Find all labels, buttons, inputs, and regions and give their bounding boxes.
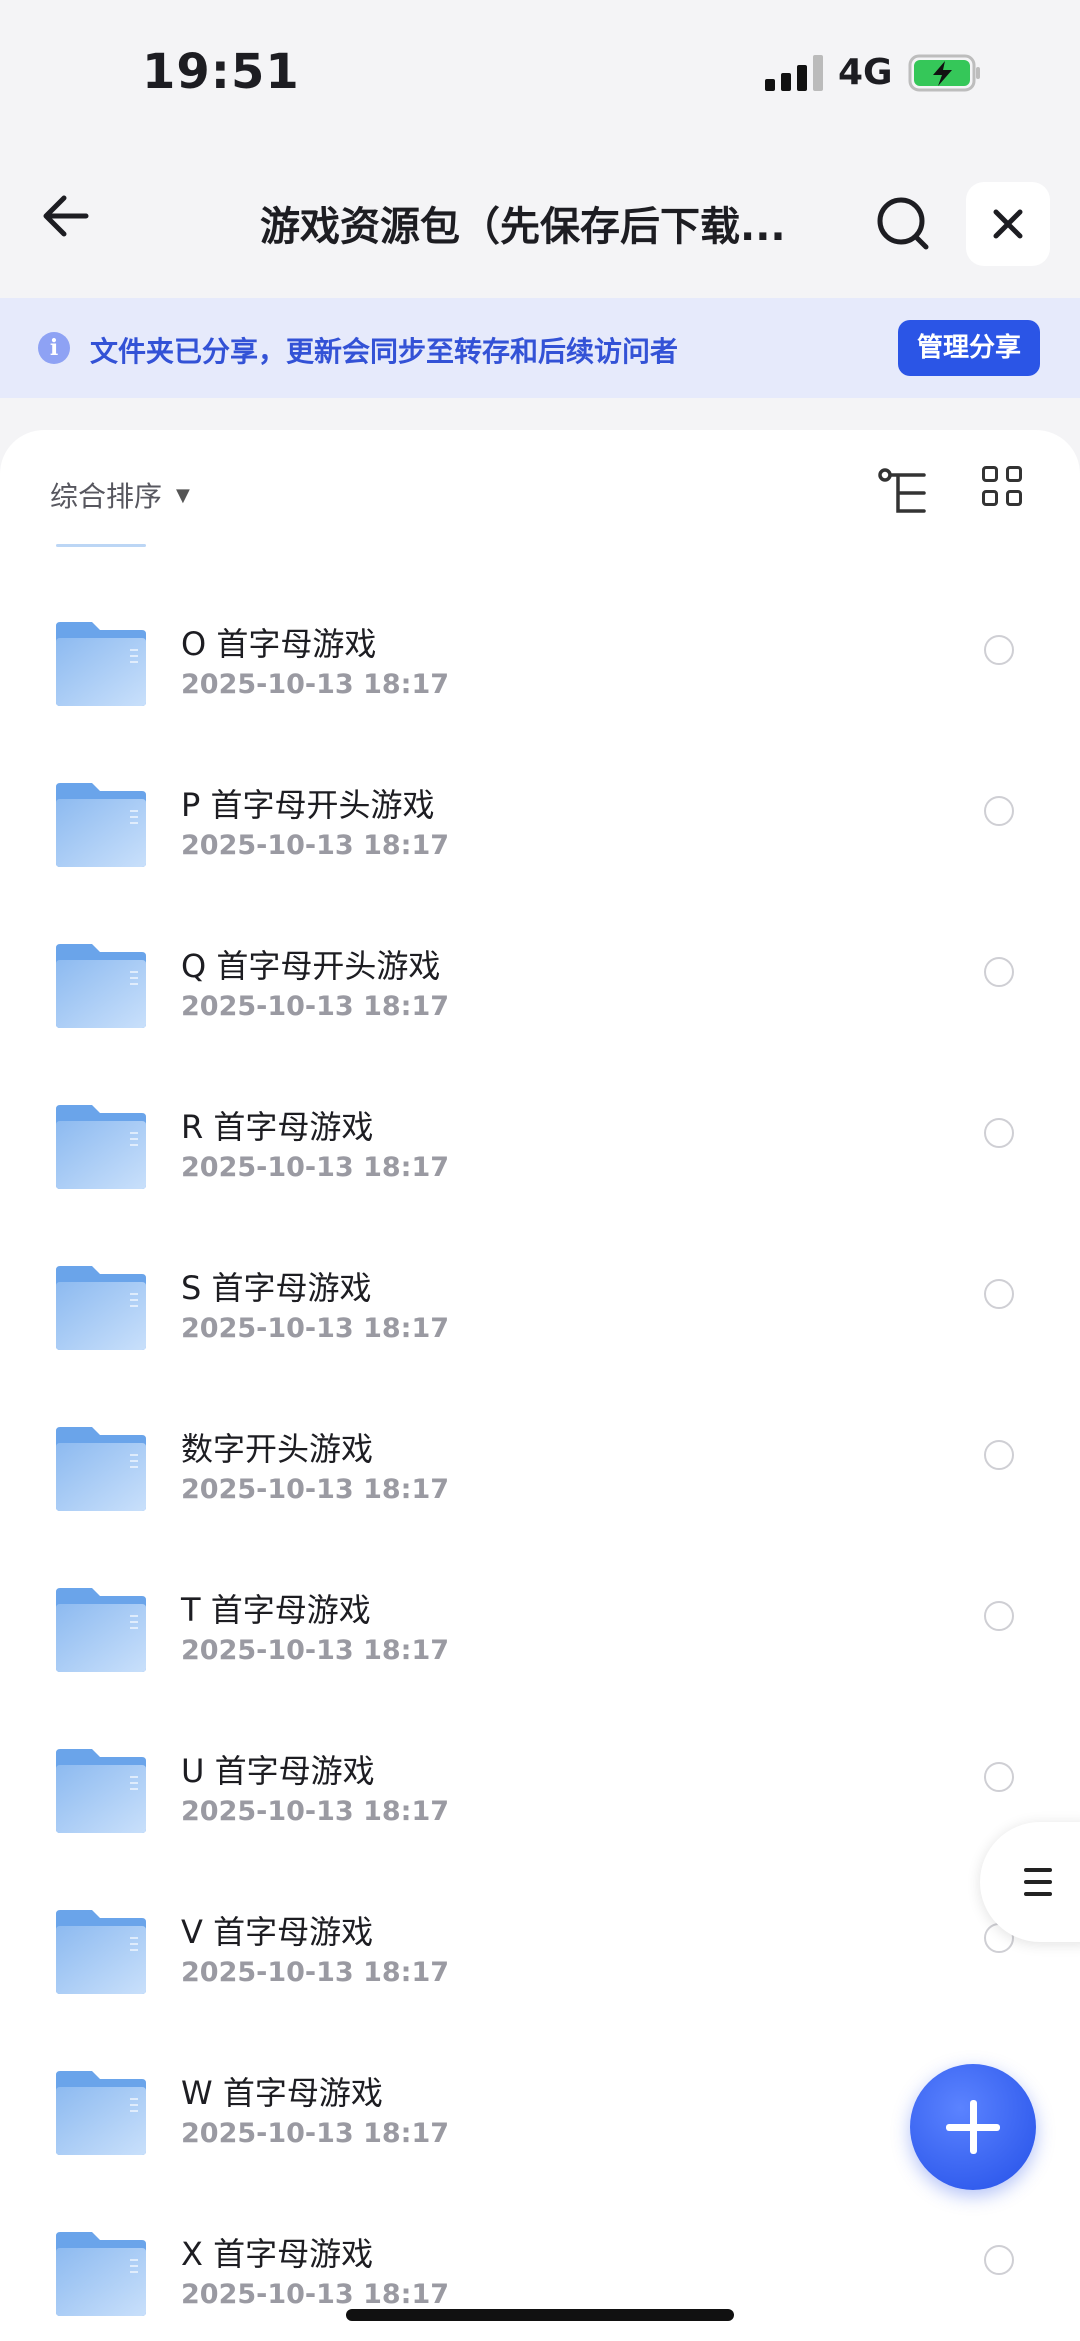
partial-folder-edge — [56, 544, 146, 547]
close-icon — [993, 209, 1023, 239]
folder-icon — [56, 1588, 146, 1672]
file-row[interactable]: X 首字母游戏 2025-10-13 18:17 — [0, 2232, 1080, 2341]
sort-label: 综合排序 — [50, 480, 163, 513]
file-date: 2025-10-13 18:17 — [181, 1957, 450, 1988]
share-notice-banner: i 文件夹已分享，更新会同步至转存和后续访问者 管理分享 — [0, 298, 1080, 398]
file-row[interactable]: 数字开头游戏 2025-10-13 18:17 — [0, 1427, 1080, 1588]
file-date: 2025-10-13 18:17 — [181, 2118, 450, 2149]
file-name: T 首字母游戏 — [181, 1591, 371, 1629]
file-row[interactable]: U 首字母游戏 2025-10-13 18:17 — [0, 1749, 1080, 1910]
info-icon: i — [38, 332, 70, 364]
share-notice-text: 文件夹已分享，更新会同步至转存和后续访问者 — [90, 335, 679, 368]
close-button[interactable] — [966, 182, 1050, 266]
select-radio[interactable] — [984, 796, 1014, 826]
file-row[interactable]: S 首字母游戏 2025-10-13 18:17 — [0, 1266, 1080, 1427]
file-date: 2025-10-13 18:17 — [181, 669, 450, 700]
file-name: P 首字母开头游戏 — [181, 786, 435, 824]
tree-view-icon[interactable] — [876, 466, 932, 522]
file-row[interactable]: R 首字母游戏 2025-10-13 18:17 — [0, 1105, 1080, 1266]
status-bar: 19:51 4G — [0, 0, 1080, 150]
file-row[interactable]: T 首字母游戏 2025-10-13 18:17 — [0, 1588, 1080, 1749]
folder-icon — [56, 2232, 146, 2316]
file-name: U 首字母游戏 — [181, 1752, 375, 1790]
file-row[interactable]: V 首字母游戏 2025-10-13 18:17 — [0, 1910, 1080, 2071]
sort-dropdown[interactable]: 综合排序 ▼ — [50, 470, 190, 520]
folder-icon — [56, 1427, 146, 1511]
folder-icon — [56, 944, 146, 1028]
folder-icon — [56, 1105, 146, 1189]
file-row[interactable]: Q 首字母开头游戏 2025-10-13 18:17 — [0, 944, 1080, 1105]
file-row[interactable]: O 首字母游戏 2025-10-13 18:17 — [0, 622, 1080, 783]
file-date: 2025-10-13 18:17 — [181, 2279, 450, 2310]
folder-icon — [56, 622, 146, 706]
file-name: V 首字母游戏 — [181, 1913, 374, 1951]
file-date: 2025-10-13 18:17 — [181, 1152, 450, 1183]
file-name: X 首字母游戏 — [181, 2235, 374, 2273]
file-date: 2025-10-13 18:17 — [181, 830, 450, 861]
file-name: Q 首字母开头游戏 — [181, 947, 441, 985]
file-date: 2025-10-13 18:17 — [181, 1796, 450, 1827]
file-date: 2025-10-13 18:17 — [181, 1474, 450, 1505]
file-name: W 首字母游戏 — [181, 2074, 383, 2112]
select-radio[interactable] — [984, 1118, 1014, 1148]
select-radio[interactable] — [984, 1762, 1014, 1792]
select-radio[interactable] — [984, 1279, 1014, 1309]
manage-share-button[interactable]: 管理分享 — [898, 320, 1040, 376]
signal-icon — [765, 55, 823, 91]
select-radio[interactable] — [984, 635, 1014, 665]
folder-icon — [56, 1749, 146, 1833]
home-indicator — [346, 2309, 734, 2321]
grid-view-icon[interactable] — [982, 466, 1026, 510]
status-time: 19:51 — [142, 44, 300, 100]
back-arrow-icon[interactable] — [36, 184, 100, 248]
folder-icon — [56, 1910, 146, 1994]
caret-down-icon: ▼ — [176, 484, 190, 506]
file-date: 2025-10-13 18:17 — [181, 991, 450, 1022]
select-radio[interactable] — [984, 1440, 1014, 1470]
file-name: 数字开头游戏 — [181, 1430, 374, 1468]
file-name: O 首字母游戏 — [181, 625, 377, 663]
file-name: R 首字母游戏 — [181, 1108, 374, 1146]
select-radio[interactable] — [984, 957, 1014, 987]
file-list-sheet: 综合排序 ▼ O 首字母游戏 2025-10-13 18:17 P 首字母开头游戏 2… — [0, 430, 1080, 2341]
file-date: 2025-10-13 18:17 — [181, 1313, 450, 1344]
add-button[interactable] — [910, 2064, 1036, 2190]
folder-icon — [56, 1266, 146, 1350]
page-title: 游戏资源包（先保存后下载... — [260, 204, 786, 250]
navigation-header: 游戏资源包（先保存后下载... — [0, 150, 1080, 298]
select-radio[interactable] — [984, 2245, 1014, 2275]
folder-icon — [56, 2071, 146, 2155]
search-icon[interactable] — [874, 194, 932, 252]
network-type: 4G — [838, 52, 893, 93]
select-radio[interactable] — [984, 1601, 1014, 1631]
file-name: S 首字母游戏 — [181, 1269, 372, 1307]
file-date: 2025-10-13 18:17 — [181, 1635, 450, 1666]
battery-charging-icon — [908, 54, 980, 92]
folder-icon — [56, 783, 146, 867]
file-row[interactable]: P 首字母开头游戏 2025-10-13 18:17 — [0, 783, 1080, 944]
